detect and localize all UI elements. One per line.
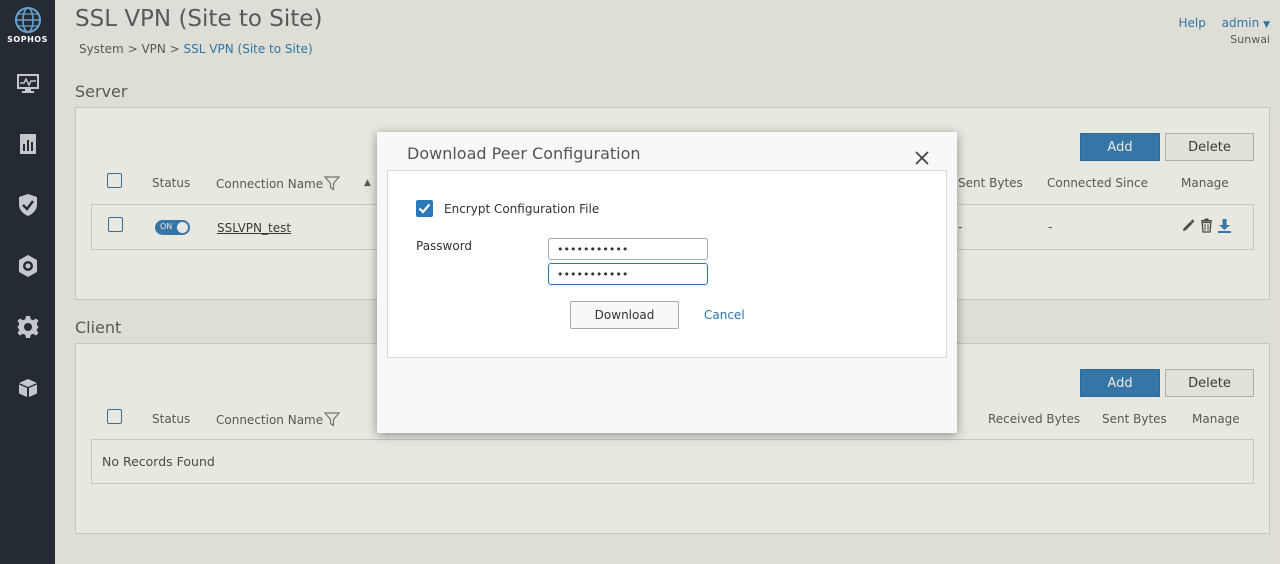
protection-icon[interactable] — [15, 253, 41, 279]
cube-icon[interactable] — [15, 375, 41, 401]
monitor-icon[interactable] — [15, 70, 41, 96]
sidebar: SOPHOS — [0, 0, 55, 564]
password-label: Password — [416, 239, 473, 253]
logo-text: SOPHOS — [7, 35, 48, 44]
check-icon — [418, 203, 431, 214]
encrypt-checkbox[interactable] — [416, 200, 433, 217]
download-peer-config-dialog: Download Peer Configuration Encrypt Conf… — [377, 132, 957, 433]
download-button[interactable]: Download — [570, 301, 679, 329]
globe-icon — [14, 7, 41, 33]
cancel-link[interactable]: Cancel — [704, 308, 745, 322]
close-icon[interactable] — [914, 150, 930, 166]
sophos-logo[interactable]: SOPHOS — [0, 6, 55, 44]
report-icon[interactable] — [15, 131, 41, 157]
encrypt-label[interactable]: Encrypt Configuration File — [444, 202, 599, 216]
gear-icon[interactable] — [15, 314, 41, 340]
confirm-password-input[interactable] — [548, 263, 708, 285]
dialog-body: Encrypt Configuration File Password Down… — [387, 170, 947, 358]
password-input[interactable] — [548, 238, 708, 260]
dialog-title: Download Peer Configuration — [407, 144, 641, 163]
shield-icon[interactable] — [15, 192, 41, 218]
